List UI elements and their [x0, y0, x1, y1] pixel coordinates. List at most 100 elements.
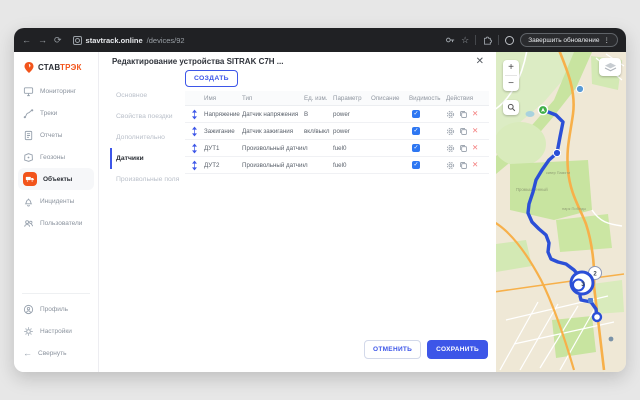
map-layers-button[interactable]	[599, 58, 621, 76]
visibility-checkbox[interactable]: ✓	[412, 127, 420, 135]
tab-main[interactable]: Основное	[110, 85, 182, 106]
sidebar-item-incidents[interactable]: Инциденты	[18, 190, 94, 212]
sidebar-item-label: Объекты	[43, 176, 72, 183]
poi-marker[interactable]	[588, 298, 593, 303]
sensor-settings-icon[interactable]	[446, 144, 455, 153]
drag-handle-icon[interactable]	[185, 143, 204, 154]
sidebar-item-label: Свернуть	[38, 350, 67, 357]
sidebar-item-profile[interactable]: Профиль	[18, 298, 94, 320]
refresh-icon[interactable]: ⟳	[54, 36, 62, 45]
address-bar[interactable]: stavtrack.online /devices/92	[73, 36, 185, 45]
duplicate-icon[interactable]	[459, 144, 468, 153]
sidebar-item-reports[interactable]: Отчеты	[18, 124, 94, 146]
more-icon[interactable]: ⋮	[604, 36, 611, 44]
duplicate-icon[interactable]	[459, 161, 468, 170]
drag-handle-icon[interactable]	[185, 109, 204, 120]
sensor-unit: вкл/выкл	[304, 128, 333, 135]
delete-icon[interactable]: ✕	[472, 127, 478, 135]
map-search-button[interactable]	[503, 100, 519, 115]
sidebar-item-geozones[interactable]: Геозоны	[18, 146, 94, 168]
finish-update-button[interactable]: Завершить обновление ⋮	[520, 33, 618, 47]
sensor-name: Напряжение	[204, 111, 242, 118]
sidebar-item-monitoring[interactable]: Мониторинг	[18, 80, 94, 102]
sensor-settings-icon[interactable]	[446, 110, 455, 119]
map-label-skver: сквер Памяти	[546, 171, 570, 175]
sensor-settings-icon[interactable]	[446, 161, 455, 170]
sensor-name: ДУТ1	[204, 145, 242, 152]
logo[interactable]: СТАВТРЭК	[14, 52, 98, 80]
sensor-settings-icon[interactable]	[446, 127, 455, 136]
table-row: Напряжение Датчик напряжения В power ✓ ✕	[185, 106, 489, 123]
topbar-divider	[475, 35, 476, 45]
modal-tabs: Основное Свойства поездки Дополнительно …	[110, 85, 182, 190]
users-icon	[23, 218, 34, 229]
passwords-icon[interactable]	[445, 35, 455, 45]
visibility-checkbox[interactable]: ✓	[412, 110, 420, 118]
delete-icon[interactable]: ✕	[472, 110, 478, 118]
extensions-icon[interactable]	[482, 35, 492, 45]
cluster-marker-3[interactable]: 3	[571, 272, 593, 294]
zoom-out-button[interactable]: −	[503, 76, 519, 91]
finish-update-label: Завершить обновление	[528, 37, 599, 44]
save-button[interactable]: СОХРАНИТЬ	[427, 340, 488, 359]
sensor-param: fuel0	[333, 145, 371, 152]
table-header-row: Имя Тип Ед. изм. Параметр Описание Видим…	[185, 91, 489, 106]
sensor-type: Произвольный датчик	[242, 162, 304, 169]
check-icon: ✓	[413, 162, 418, 168]
duplicate-icon[interactable]	[459, 127, 468, 136]
zoom-in-button[interactable]: +	[503, 60, 519, 75]
back-icon[interactable]: ←	[22, 36, 31, 45]
sensor-unit: л	[304, 162, 333, 169]
sidebar-item-objects[interactable]: Объекты	[18, 168, 94, 190]
poi-marker[interactable]	[609, 337, 614, 342]
col-actions: Действия	[446, 95, 489, 102]
col-param: Параметр	[333, 95, 371, 102]
bookmark-star-icon[interactable]: ☆	[461, 36, 469, 45]
sensor-unit: л	[304, 145, 333, 152]
tab-custom-fields[interactable]: Произвольные поля	[110, 169, 182, 190]
visibility-checkbox[interactable]: ✓	[412, 161, 420, 169]
sensor-name: ДУТ2	[204, 162, 242, 169]
sidebar-item-label: Геозоны	[40, 154, 65, 161]
browser-window: ← → ⟳ stavtrack.online /devices/92 ☆ Зав…	[14, 28, 626, 372]
duplicate-icon[interactable]	[459, 110, 468, 119]
site-icon	[73, 36, 82, 45]
sidebar-item-settings[interactable]: Настройки	[18, 320, 94, 342]
drag-handle-icon[interactable]	[185, 126, 204, 137]
close-icon[interactable]: ✕	[476, 56, 484, 67]
tab-trip-properties[interactable]: Свойства поездки	[110, 106, 182, 127]
drag-handle-icon[interactable]	[185, 160, 204, 171]
col-type: Тип	[242, 95, 304, 102]
profile-avatar-icon[interactable]	[505, 36, 514, 45]
delete-icon[interactable]: ✕	[472, 161, 478, 169]
search-icon	[507, 103, 516, 112]
sidebar-item-tracks[interactable]: Треки	[18, 102, 94, 124]
check-icon: ✓	[413, 145, 418, 151]
visibility-checkbox[interactable]: ✓	[412, 144, 420, 152]
end-marker[interactable]	[593, 313, 601, 321]
forward-icon[interactable]: →	[38, 36, 47, 45]
monitor-icon	[23, 86, 34, 97]
cancel-button[interactable]: ОТМЕНИТЬ	[364, 340, 421, 359]
col-visibility: Видимость	[409, 95, 446, 102]
tab-sensors[interactable]: Датчики	[110, 148, 182, 169]
sidebar-item-collapse[interactable]: ← Свернуть	[18, 342, 94, 364]
sidebar-item-label: Инциденты	[40, 198, 74, 205]
col-desc: Описание	[371, 95, 409, 102]
poi-marker[interactable]	[576, 85, 583, 92]
tracks-icon	[23, 108, 34, 119]
waypoint-marker[interactable]	[553, 149, 560, 156]
sensor-type: Датчик зажигания	[242, 128, 304, 135]
sidebar-item-label: Отчеты	[40, 132, 62, 139]
create-button[interactable]: СОЗДАТЬ	[185, 70, 238, 87]
svg-text:3: 3	[581, 281, 585, 288]
browser-topbar: ← → ⟳ stavtrack.online /devices/92 ☆ Зав…	[14, 28, 626, 52]
sidebar-item-label: Треки	[40, 110, 57, 117]
sidebar-divider	[22, 293, 90, 294]
collapse-arrow-icon: ←	[23, 349, 32, 358]
map-panel[interactable]: Промышленный парк Победы сквер Памяти	[496, 52, 626, 372]
gear-icon	[23, 326, 34, 337]
tab-additional[interactable]: Дополнительно	[110, 127, 182, 148]
sidebar-item-users[interactable]: Пользователи	[18, 212, 94, 234]
delete-icon[interactable]: ✕	[472, 144, 478, 152]
